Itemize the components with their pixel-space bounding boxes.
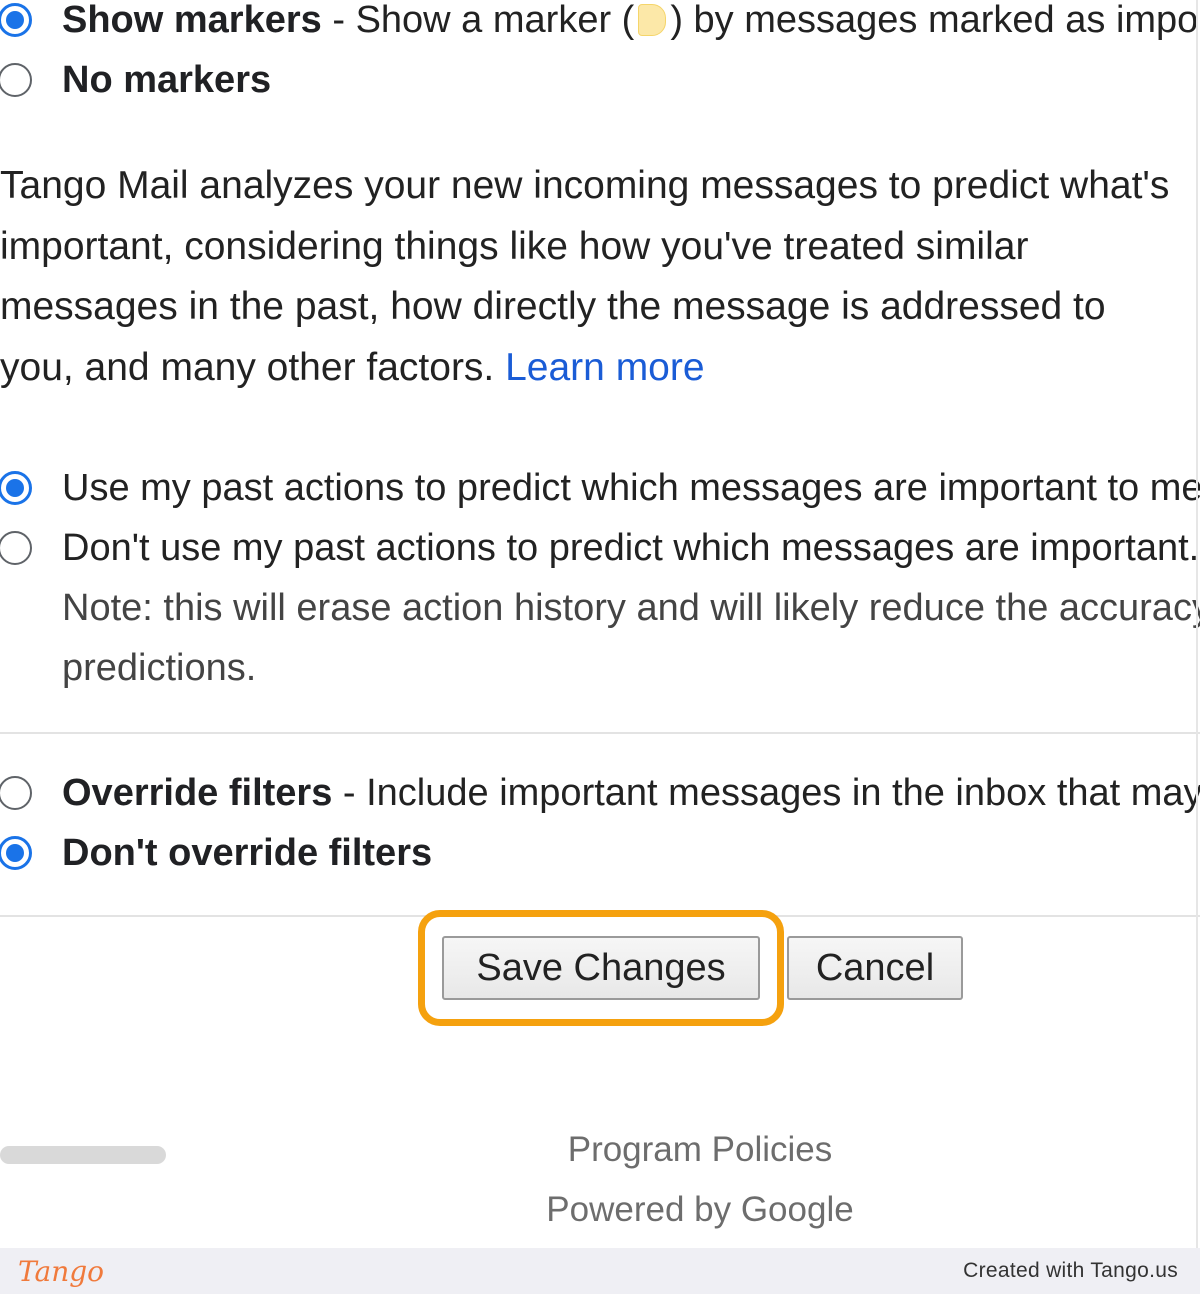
- settings-panel: Show markers - Show a marker ( ) by messa…: [0, 0, 1200, 1248]
- show-markers-label: Show markers: [62, 0, 322, 41]
- save-changes-button[interactable]: Save Changes: [442, 936, 760, 1000]
- dont-use-past-actions-label: Don't use my past actions to predict whi…: [62, 527, 1200, 569]
- override-filters-label: Override filters: [62, 772, 333, 814]
- section-divider: [0, 732, 1200, 734]
- erase-history-note-cont: predictions.: [62, 647, 257, 689]
- dont-override-filters-label: Don't override filters: [62, 832, 433, 874]
- tango-credit: Created with Tango.us: [963, 1259, 1178, 1282]
- override-filters-radio[interactable]: [0, 776, 32, 810]
- tango-footer-bar: Tango Created with Tango.us: [0, 1248, 1200, 1294]
- cancel-button[interactable]: Cancel: [787, 936, 963, 1000]
- no-markers-label: No markers: [62, 59, 272, 101]
- erase-history-note: Note: this will erase action history and…: [62, 587, 1200, 629]
- dont-override-filters-radio[interactable]: [0, 836, 32, 870]
- tango-logo: Tango: [18, 1254, 105, 1288]
- override-filters-desc: - Include important messages in the inbo…: [342, 772, 1200, 814]
- show-markers-desc-before: - Show a marker (: [321, 0, 635, 41]
- learn-more-link[interactable]: Learn more: [505, 346, 704, 389]
- powered-by-google: Powered by Google: [546, 1190, 854, 1229]
- dont-use-past-actions-radio[interactable]: [0, 531, 32, 565]
- importance-description: Tango Mail analyzes your new incoming me…: [0, 156, 1190, 398]
- importance-marker-icon: [638, 4, 667, 36]
- right-border: [1196, 0, 1198, 1248]
- program-policies-link[interactable]: Program Policies: [0, 1130, 1200, 1170]
- show-markers-desc-after: ) by messages marked as important.: [670, 0, 1200, 41]
- use-past-actions-radio[interactable]: [0, 471, 32, 505]
- show-markers-radio[interactable]: [0, 3, 32, 37]
- use-past-actions-label: Use my past actions to predict which mes…: [62, 467, 1200, 509]
- no-markers-radio[interactable]: [0, 63, 32, 97]
